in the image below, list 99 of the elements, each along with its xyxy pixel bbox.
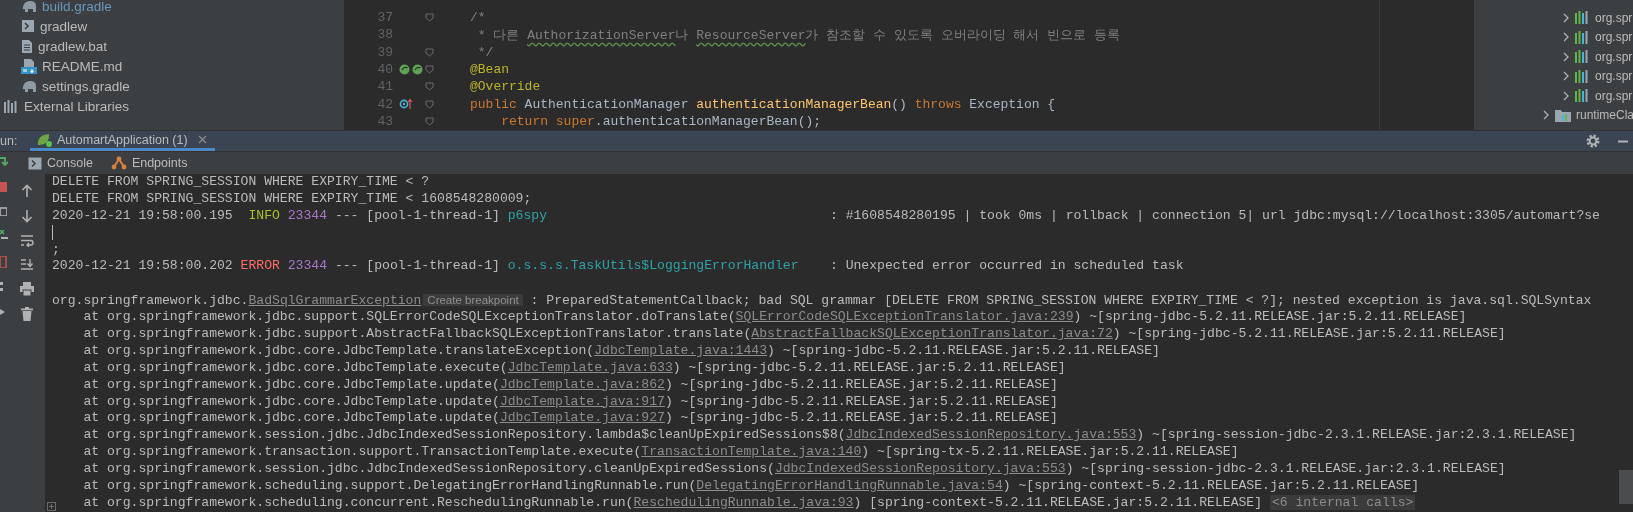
elephant-icon	[21, 79, 37, 93]
source-link[interactable]: JdbcIndexedSessionRepository.java:553	[845, 427, 1137, 443]
line-number: 38	[376, 27, 394, 43]
source-link[interactable]: BadSqlGrammarException	[248, 293, 422, 309]
tree-item[interactable]: settings.gradle	[0, 76, 130, 96]
folder-icon	[1555, 108, 1571, 122]
line-number: 42	[376, 96, 394, 112]
print-icon[interactable]	[20, 282, 34, 296]
arrow-up-icon[interactable]	[21, 184, 33, 198]
library-icon	[1575, 50, 1590, 64]
console-line: at org.springframework.session.jdbc.JdbcIndexedSessionRepository.cleanUpExpiredSessions(JdbcIndexedSessionRepository.java:553) ~[spring-session-jdbc-2.3.1.RELEASE.jar:2.3.1.RELEASE]	[82, 461, 1506, 479]
chevron-right-icon[interactable]	[1562, 90, 1570, 101]
source-link[interactable]: JdbcTemplate.java:862	[499, 376, 665, 392]
run-label: un:	[0, 134, 19, 148]
console-line: at org.springframework.jdbc.support.AbstractFallbackSQLExceptionTranslator.translate(AbstractFallbackSQLExceptionTranslator.java:72) ~[spring-jdbc-5.2.11.RELEASE.jar:5.2.11.RELEASE]	[82, 326, 1506, 343]
chevron-right-icon[interactable]	[1562, 71, 1570, 82]
tool-tab[interactable]: Console	[28, 156, 111, 170]
line-number: 40	[376, 62, 394, 78]
scroll-to-end-icon[interactable]	[20, 258, 34, 271]
console-line: org.springframework.jdbc.BadSqlGrammarException Create breakpoint : PreparedStatementCallback; bad SQL grammar [DELETE FROM SPRING_SESSION WHERE EXPIRY_TIME < ?]; nested exception is java.sql.SQLSyntax	[52, 292, 1592, 310]
chevron-right-icon[interactable]	[1542, 110, 1550, 121]
close-icon[interactable]	[197, 135, 207, 144]
create-breakpoint-button[interactable]: Create breakpoint	[423, 294, 523, 307]
source-link[interactable]: AbstractFallbackSQLExceptionTranslator.java:72	[751, 326, 1113, 341]
fold-marker-icon[interactable]	[425, 116, 434, 126]
internal-calls-fold[interactable]: <6 internal calls>	[1269, 494, 1416, 510]
console-line: DELETE FROM SPRING_SESSION WHERE EXPIRY_TIME < ?	[52, 174, 430, 191]
fold-marker-icon[interactable]	[425, 99, 434, 109]
restore-icon[interactable]	[0, 230, 8, 242]
library-icon	[1575, 11, 1590, 25]
leaf-icon	[36, 132, 53, 147]
console-line: at org.springframework.jdbc.core.JdbcTemplate.update(JdbcTemplate.java:917) ~[spring-jdbc-5.2.11.RELEASE.jar:5.2.11.RELEASE]	[82, 393, 1058, 411]
fold-marker-icon[interactable]	[425, 65, 434, 75]
chevron-right-icon[interactable]	[1562, 51, 1570, 62]
fold-marker-icon[interactable]	[425, 13, 434, 23]
source-link[interactable]: SQLErrorCodeSQLExceptionTranslator.java:239	[735, 309, 1074, 325]
console-line: at org.springframework.jdbc.core.JdbcTemplate.translateException(JdbcTemplate.java:1443) ~[spring-jdbc-5.2.11.RELEASE.jar:5.2.11.RELEASE]	[82, 342, 1160, 360]
trash-icon[interactable]	[21, 307, 33, 321]
console-line: at org.springframework.jdbc.core.JdbcTemplate.update(JdbcTemplate.java:927) ~[spring-jdbc-5.2.11.RELEASE.jar:5.2.11.RELEASE]	[82, 410, 1058, 428]
console-line: 2020-12-21 19:58:00.202 ERROR 23344 --- [pool-1-thread-1] o.s.s.s.TaskUtils$LoggingErrorHandler : Unexpected error occurred in scheduled task	[52, 258, 1184, 276]
console-icon	[28, 156, 42, 170]
soft-wrap-icon[interactable]	[20, 234, 34, 247]
bean-icon[interactable]	[399, 64, 410, 76]
source-link[interactable]: JdbcIndexedSessionRepository.java:553	[774, 461, 1066, 477]
terminal-icon	[21, 19, 35, 33]
tree-item[interactable]: gradlew.bat	[0, 36, 108, 56]
bean-icon[interactable]	[412, 64, 423, 76]
source-link[interactable]: JdbcTemplate.java:1443	[594, 342, 768, 358]
console-line: DELETE FROM SPRING_SESSION WHERE EXPIRY_TIME < 1608548280009;	[52, 190, 532, 208]
code-line: @Bean	[469, 62, 509, 78]
code-line: return super.authenticationManagerBean();	[500, 113, 822, 129]
line-number: 43	[376, 113, 394, 129]
console-line: at org.springframework.jdbc.support.SQLErrorCodeSQLExceptionTranslator.doTranslate(SQLErrorCodeSQLExceptionTranslator.java:239) ~[spring-jdbc-5.2.11.RELEASE.jar:5.2.11.RELEASE]	[82, 309, 1467, 326]
text-cursor	[52, 224, 53, 240]
settings-icon[interactable]	[1586, 134, 1600, 148]
console-line: at org.springframework.scheduling.concurrent.ReschedulingRunnable.run(ReschedulingRunnable.java:93) [spring-context-5.2.11.RELEASE.jar:5.2.11.RELEASE] <6 internal calls>	[82, 494, 1416, 512]
endpoints-icon	[110, 156, 127, 170]
chevron-right-icon[interactable]	[1562, 32, 1570, 43]
console-line: at org.springframework.session.jdbc.JdbcIndexedSessionRepository.lambda$cleanUpExpiredSessions$8(JdbcIndexedSessionRepository.java:553) ~[spring-session-jdbc-2.3.1.RELEASE.jar:2.3.1.RELEASE]	[82, 427, 1577, 445]
source-link[interactable]: DelegatingErrorHandlingRunnable.java:54	[696, 478, 1003, 494]
library-icon	[1575, 69, 1590, 83]
tree-item[interactable]: README.md	[0, 56, 123, 76]
tree-item[interactable]: build.gradle	[0, 0, 112, 16]
source-link[interactable]: JdbcTemplate.java:927	[499, 410, 665, 426]
tool-tab[interactable]: Endpoints	[110, 156, 206, 170]
line-number: 39	[376, 44, 394, 60]
tree-item[interactable]: gradlew	[0, 16, 88, 36]
elephant-icon	[21, 0, 37, 13]
code-line: */	[476, 44, 494, 60]
tree-item[interactable]: External Libraries	[0, 96, 130, 116]
console-line: ;	[52, 241, 60, 259]
document-icon	[21, 38, 33, 54]
console-line: at org.springframework.jdbc.core.JdbcTemplate.execute(JdbcTemplate.java:633) ~[spring-jdbc-5.2.11.RELEASE.jar:5.2.11.RELEASE]	[82, 359, 1066, 377]
fold-marker-icon[interactable]	[425, 82, 434, 92]
override-icon[interactable]	[399, 98, 413, 111]
console-line: at org.springframework.jdbc.core.JdbcTemplate.update(JdbcTemplate.java:862) ~[spring-jdbc-5.2.11.RELEASE.jar:5.2.11.RELEASE]	[82, 376, 1058, 394]
console-line: 2020-12-21 19:58:00.195 INFO 23344 --- [pool-1-thread-1] p6spy : #1608548280195 | took 0ms | rollback | connection 5| url jdbc:mysql://localhost:3305/automart?se	[52, 207, 1600, 225]
library-icon	[1575, 89, 1590, 103]
scrollbar-thumb[interactable]	[1619, 470, 1633, 504]
line-number: 41	[376, 79, 394, 95]
arrow-down-icon[interactable]	[21, 209, 33, 223]
source-link[interactable]: JdbcTemplate.java:917	[499, 393, 665, 409]
source-link[interactable]: TransactionTemplate.java:140	[641, 444, 862, 460]
library-icon	[1575, 30, 1590, 44]
library-icon	[4, 99, 19, 113]
camera-icon[interactable]	[0, 206, 7, 216]
code-line: * 다른 AuthorizationServer나 ResourceServer가 참조할 수 있도록 오버라이딩 해서 빈으로 등록	[476, 26, 1121, 44]
fold-marker-icon[interactable]	[425, 47, 434, 57]
line-number: 37	[376, 10, 394, 26]
console-line: at org.springframework.transaction.support.TransactionTemplate.execute(TransactionTemplate.java:140) ~[spring-tx-5.2.11.RELEASE.jar:5.2.11.RELEASE]	[82, 444, 1239, 462]
chevron-right-icon[interactable]	[1562, 12, 1570, 23]
expand-icon[interactable]	[47, 502, 56, 511]
code-line: public AuthenticationManager authenticationManagerBean() throws Exception {	[469, 96, 1056, 112]
console-line: at org.springframework.scheduling.support.DelegatingErrorHandlingRunnable.run(DelegatingErrorHandlingRunnable.java:54) ~[spring-context-5.2.11.RELEASE.jar:5.2.11.RELEASE]	[82, 478, 1420, 495]
source-link[interactable]: ReschedulingRunnable.java:93	[633, 494, 854, 510]
code-line: @Override	[469, 79, 541, 95]
markdown-file-icon	[21, 58, 37, 74]
source-link[interactable]: JdbcTemplate.java:633	[507, 359, 673, 375]
code-line: /*	[469, 10, 486, 26]
